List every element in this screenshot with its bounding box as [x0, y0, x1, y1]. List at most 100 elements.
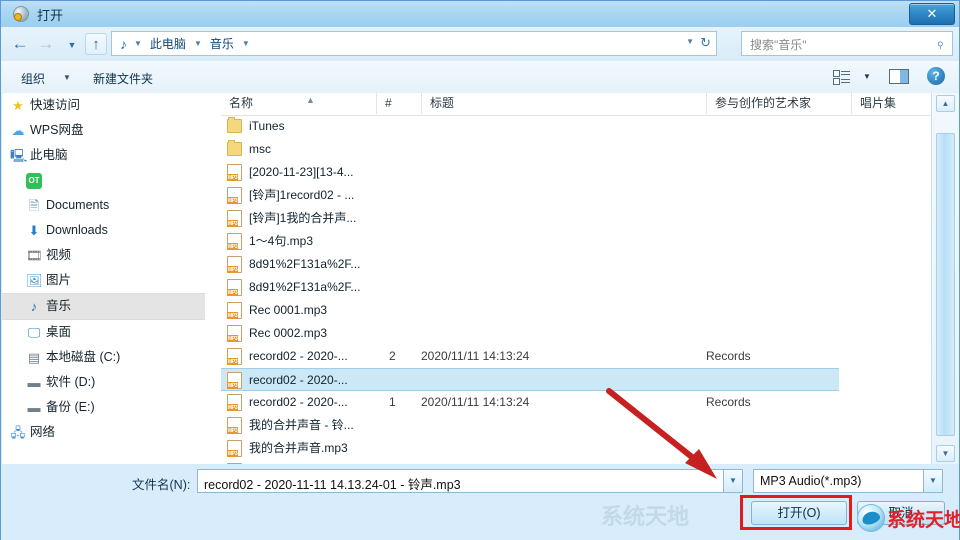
file-name-cell: iTunes [249, 119, 285, 133]
sidebar-item-downloads[interactable]: ⬇ Downloads [2, 218, 205, 243]
sidebar-item-label: 软件 (D:) [46, 375, 96, 389]
close-button[interactable]: ✕ [909, 3, 955, 25]
table-row[interactable]: msc [221, 138, 931, 161]
file-name-cell: 我的合并声音 - 铃... [249, 418, 354, 432]
filename-value: record02 - 2020-11-11 14.13.24-01 - 铃声.m… [204, 478, 461, 492]
table-row[interactable]: 我的合并声音 - 铃... [221, 414, 931, 437]
table-row[interactable]: record02 - 2020-... 2 2020/11/11 14:13:24 R… [221, 345, 931, 368]
filename-dropdown-icon[interactable]: ▼ [723, 470, 742, 492]
sidebar-item-video[interactable]: 🎞 视频 [2, 243, 205, 268]
up-icon[interactable]: ↑ [85, 33, 107, 55]
sidebar-item-green-app[interactable]: OT [2, 168, 205, 193]
sidebar-item-desktop[interactable]: 🖵 桌面 [2, 320, 205, 345]
file-name-cell: 8d91%2F131a%2F... [249, 280, 361, 294]
sidebar-item-disk[interactable]: ▬ 软件 (D:) [2, 370, 205, 395]
column-header[interactable]: 名称 ▲ [221, 93, 376, 114]
scrollbar-thumb[interactable] [936, 133, 955, 436]
table-row[interactable]: Rec 0001.mp3 [221, 299, 931, 322]
table-row[interactable]: iTunes [221, 115, 931, 138]
table-row[interactable]: 8d91%2F131a%2F... [221, 276, 931, 299]
column-header[interactable]: # [376, 93, 421, 114]
sidebar-item-label: 本地磁盘 (C:) [46, 350, 121, 364]
file-name-cell: [2020-11-23][13-4... [249, 165, 354, 179]
sidebar-item-label: 图片 [46, 273, 72, 287]
table-row[interactable]: [铃声]1我的合并声... [221, 207, 931, 230]
cancel-button[interactable]: 取消 [857, 501, 945, 525]
sidebar-item-label: 桌面 [46, 325, 72, 339]
table-row[interactable]: record02 - 2020-... [221, 368, 839, 391]
music-note-icon: ♪ [120, 35, 127, 52]
table-row[interactable]: [铃声]1record02 - ... [221, 184, 931, 207]
refresh-icon[interactable]: ↻ [700, 35, 711, 51]
navigation-bar: ← → ▼ ↑ ♪ ▼ 此电脑 ▼ 音乐 ▼ ▼ ↻ 搜索"音乐" ⌕ [1, 27, 959, 61]
green-app-icon: OT [26, 173, 42, 189]
back-icon[interactable]: ← [9, 33, 31, 55]
file-artist-cell: Records [706, 395, 751, 409]
open-button[interactable]: 打开(O) [751, 501, 847, 525]
sidebar-item-network[interactable]: 🖧 网络 [2, 420, 205, 445]
sidebar-item-label: Documents [46, 198, 110, 212]
sidebar-item-documents[interactable]: 🗎 Documents [2, 193, 205, 218]
file-name-cell: record02 - 2020-... [249, 395, 348, 409]
column-header[interactable]: 唱片集 [851, 93, 931, 114]
table-row[interactable]: 1～4句.mp3 [221, 230, 931, 253]
scroll-down-icon[interactable]: ▼ [936, 445, 955, 462]
star-icon: ★ [12, 98, 24, 113]
address-bar[interactable]: ♪ ▼ 此电脑 ▼ 音乐 ▼ ▼ ↻ [111, 31, 717, 56]
chevron-down-icon[interactable]: ▼ [131, 39, 145, 48]
column-header-row: 名称 ▲ # 标题 参与创作的艺术家 唱片集 [221, 93, 931, 116]
forward-icon[interactable]: → [35, 33, 57, 55]
chevron-down-icon[interactable]: ▼ [923, 470, 942, 492]
help-icon[interactable]: ? [927, 67, 945, 85]
sidebar-item-cloud[interactable]: ☁ WPS网盘 [2, 118, 205, 143]
sidebar-item-pictures[interactable]: 🖼 图片 [2, 268, 205, 293]
breadcrumb-item-this-pc[interactable]: 此电脑 [147, 33, 189, 54]
chevron-down-icon[interactable]: ▼ [239, 39, 253, 48]
title-bar: 打开 ✕ [1, 1, 959, 28]
file-name-cell: msc [249, 142, 271, 156]
track-number-cell: 2 [389, 349, 396, 363]
sidebar-item-music[interactable]: ♪ 音乐 [2, 293, 205, 320]
scroll-up-icon[interactable]: ▲ [936, 95, 955, 112]
table-row[interactable]: 8d91%2F131a%2F... [221, 253, 931, 276]
column-header[interactable]: 参与创作的艺术家 [706, 93, 851, 114]
filetype-select[interactable]: MP3 Audio(*.mp3) ▼ [753, 469, 943, 493]
window-title: 打开 [37, 8, 64, 23]
table-row[interactable]: 我的合并声音.mp3 [221, 437, 931, 460]
address-dropdown-icon[interactable]: ▼ [686, 37, 694, 46]
organize-button[interactable]: 组织 [17, 68, 49, 89]
file-name-cell: record02 - 2020-... [249, 373, 348, 387]
table-row[interactable]: record02 - 2020-... 1 2020/11/11 14:13:24 R… [221, 391, 931, 414]
breadcrumb-item-music[interactable]: 音乐 [207, 33, 237, 54]
file-name-cell: 我的合并声音.mp3 [249, 441, 348, 455]
recent-locations-icon[interactable]: ▼ [61, 33, 83, 55]
column-header-label: # [385, 96, 392, 110]
table-row[interactable]: Rec 0002.mp3 [221, 322, 931, 345]
navigation-pane[interactable]: ★ 快速访问 ☁ WPS网盘 🖳 此电脑 OT 🗎 Documents ⬇ Downloads 🎞 视频… [2, 93, 205, 464]
sidebar-item-computer[interactable]: 🖳 此电脑 [2, 143, 205, 168]
chevron-down-icon[interactable]: ▼ [863, 72, 871, 81]
file-list-pane[interactable]: 名称 ▲ # 标题 参与创作的艺术家 唱片集 iTunes msc [2020-11-23][… [221, 93, 931, 464]
sort-ascending-icon: ▲ [306, 95, 315, 105]
chevron-down-icon[interactable]: ▼ [59, 71, 75, 84]
search-icon[interactable]: ⌕ [931, 35, 949, 53]
preview-pane-icon[interactable] [889, 69, 909, 84]
view-mode-icon[interactable] [833, 69, 851, 85]
new-folder-button[interactable]: 新建文件夹 [89, 68, 157, 89]
sidebar-item-local-disk[interactable]: ▤ 本地磁盘 (C:) [2, 345, 205, 370]
table-row[interactable]: [2020-11-23][13-4... [221, 161, 931, 184]
file-name-cell: [铃声]1我的合并声... [249, 211, 357, 225]
disk-icon: ▬ [27, 375, 41, 390]
file-name-cell: 8d91%2F131a%2F... [249, 257, 361, 271]
sidebar-item-star[interactable]: ★ 快速访问 [2, 93, 205, 118]
pane-splitter[interactable] [205, 93, 221, 464]
file-list-scrollbar[interactable]: ▲ ▼ [931, 93, 959, 464]
sidebar-item-label: 快速访问 [30, 98, 81, 112]
column-header[interactable]: 标题 [421, 93, 706, 114]
chevron-down-icon[interactable]: ▼ [191, 39, 205, 48]
sidebar-item-disk[interactable]: ▬ 备份 (E:) [2, 395, 205, 420]
filename-field[interactable]: record02 - 2020-11-11 14.13.24-01 - 铃声.m… [197, 469, 743, 493]
search-input[interactable]: 搜索"音乐" ⌕ [741, 31, 953, 56]
column-header-label: 参与创作的艺术家 [715, 96, 812, 110]
sidebar-item-label: WPS网盘 [30, 123, 84, 137]
